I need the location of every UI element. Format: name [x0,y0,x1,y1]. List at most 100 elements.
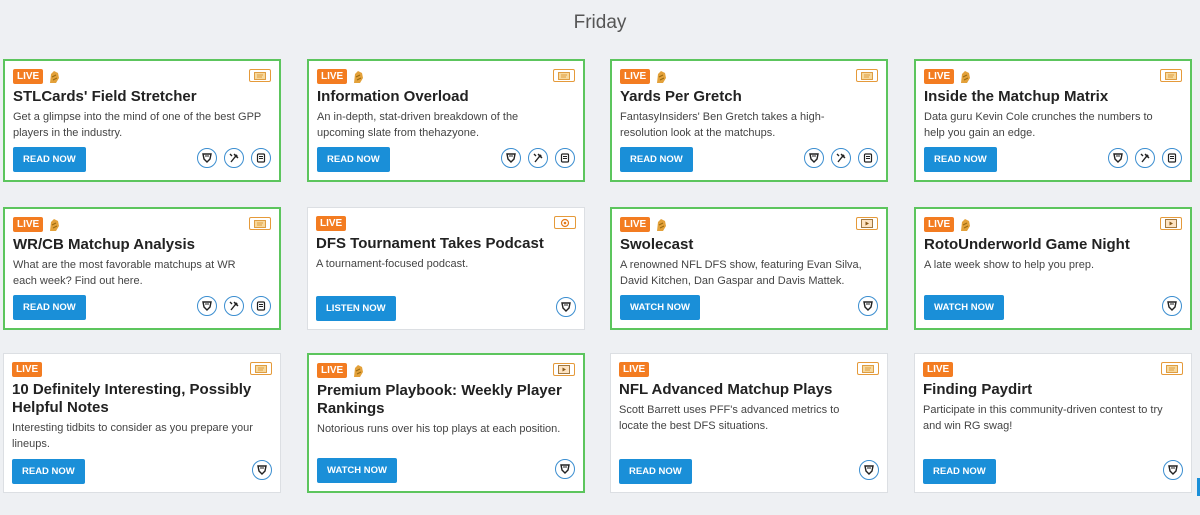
shield-icon[interactable] [1162,296,1182,316]
card-description: Data guru Kevin Cole crunches the number… [924,109,1180,141]
live-badge: LIVE [924,217,955,232]
card-description: A renowned NFL DFS show, featuring Evan … [620,257,876,289]
content-card[interactable]: LIVE 10 Definitely Interesting, Possibly… [3,353,281,493]
shield-icon[interactable] [197,148,217,168]
card-action-button[interactable]: READ NOW [12,459,85,484]
card-description-line: Participate in this community-driven con… [923,404,1163,416]
card-title[interactable]: WR/CB Matchup Analysis [13,236,271,254]
card-title[interactable]: Yards Per Gretch [620,88,878,106]
card-description-line: Data guru Kevin Cole crunches the number… [924,111,1153,123]
card-title[interactable]: NFL Advanced Matchup Plays [619,381,879,399]
content-card[interactable]: LIVE Premium Playbook: Weekly Player Ran… [307,353,585,493]
card-description-line: lineups. [12,438,50,450]
card-action-button[interactable]: WATCH NOW [620,295,700,320]
content-card[interactable]: LIVE Information Overload An in-depth, s… [307,59,585,182]
shield-icon[interactable] [804,148,824,168]
card-badges: LIVE [923,362,954,377]
card-title[interactable]: Swolecast [620,236,878,254]
card-icon-group [804,148,878,168]
shield-icon[interactable] [556,297,576,317]
card-icon-group [858,296,878,316]
card-description-line: A late week show to help you prep. [924,259,1094,271]
content-card[interactable]: LIVE Finding Paydirt Participate in this… [914,353,1192,493]
shield-icon[interactable] [859,460,879,480]
card-title[interactable]: RotoUnderworld Game Night [924,236,1182,254]
card-action-button[interactable]: WATCH NOW [317,458,397,483]
content-card[interactable]: LIVE DFS Tournament Takes Podcast A tour… [307,207,585,330]
video-type-icon [856,217,878,230]
card-badges: LIVE [317,363,364,378]
tool-icon[interactable] [224,296,244,316]
content-card[interactable]: LIVE STLCards' Field Stretcher Get a gli… [3,59,281,182]
card-title[interactable]: Finding Paydirt [923,381,1183,399]
content-card[interactable]: LIVE NFL Advanced Matchup Plays Scott Ba… [610,353,888,493]
premium-icon [352,70,364,84]
content-card[interactable]: LIVE Inside the Matchup Matrix Data guru… [914,59,1192,182]
card-title[interactable]: Inside the Matchup Matrix [924,88,1182,106]
live-badge: LIVE [12,362,43,377]
card-description-line: upcoming slate from thehazyone. [317,127,480,139]
shield-icon[interactable] [1163,460,1183,480]
premium-icon [48,70,60,84]
card-badges: LIVE [316,216,347,231]
list-icon[interactable] [251,148,271,168]
shield-icon[interactable] [1108,148,1128,168]
card-title[interactable]: Premium Playbook: Weekly Player Rankings [317,382,575,418]
card-action-button[interactable]: READ NOW [923,459,996,484]
premium-icon [959,218,971,232]
article-type-icon [856,69,878,82]
shield-icon[interactable] [555,459,575,479]
list-icon[interactable] [858,148,878,168]
card-badges: LIVE [620,69,667,84]
card-description-line: Notorious runs over his top plays at eac… [317,423,561,435]
card-action-button[interactable]: READ NOW [619,459,692,484]
shield-icon[interactable] [858,296,878,316]
shield-icon[interactable] [252,460,272,480]
card-action-button[interactable]: READ NOW [317,147,390,172]
card-title[interactable]: Information Overload [317,88,575,106]
tool-icon[interactable] [224,148,244,168]
card-description: A late week show to help you prep. [924,257,1180,273]
article-type-icon [250,362,272,375]
card-description-line: players in the industry. [13,127,123,139]
card-title[interactable]: STLCards' Field Stretcher [13,88,271,106]
list-icon[interactable] [555,148,575,168]
card-action-button[interactable]: READ NOW [924,147,997,172]
tool-icon[interactable] [528,148,548,168]
card-description-line: Get a glimpse into the mind of one of th… [13,111,262,123]
card-action-button[interactable]: READ NOW [620,147,693,172]
article-type-icon [249,217,271,230]
card-badges: LIVE [620,217,667,232]
card-action-button[interactable]: READ NOW [13,147,86,172]
content-card[interactable]: LIVE Swolecast A renowned NFL DFS show, … [610,207,888,330]
list-icon[interactable] [1162,148,1182,168]
list-icon[interactable] [251,296,271,316]
card-action-button[interactable]: LISTEN NOW [316,296,396,321]
card-title[interactable]: DFS Tournament Takes Podcast [316,235,576,253]
card-description: Notorious runs over his top plays at eac… [317,421,573,437]
card-badges: LIVE [13,69,60,84]
shield-icon[interactable] [197,296,217,316]
card-description: A tournament-focused podcast. [316,256,574,272]
content-card[interactable]: LIVE WR/CB Matchup Analysis What are the… [3,207,281,330]
card-title[interactable]: 10 Definitely Interesting, Possibly Help… [12,381,272,417]
card-badges: LIVE [13,217,60,232]
card-action-button[interactable]: WATCH NOW [924,295,1004,320]
card-icon-group [1163,460,1183,480]
card-description: What are the most favorable matchups at … [13,257,269,289]
tool-icon[interactable] [831,148,851,168]
content-card[interactable]: LIVE RotoUnderworld Game Night A late we… [914,207,1192,330]
shield-icon[interactable] [501,148,521,168]
card-description: Participate in this community-driven con… [923,402,1181,434]
card-description-line: help you gain an edge. [924,127,1036,139]
tool-icon[interactable] [1135,148,1155,168]
content-card[interactable]: LIVE Yards Per Gretch FantasyInsiders' B… [610,59,888,182]
premium-icon [959,70,971,84]
card-description-line: Scott Barrett uses PFF's advanced metric… [619,404,840,416]
card-icon-group [859,460,879,480]
card-badges: LIVE [924,217,971,232]
card-icon-group [1108,148,1182,168]
card-description-line: What are the most favorable matchups at … [13,259,236,271]
card-description-line: An in-depth, stat-driven breakdown of th… [317,111,519,123]
card-action-button[interactable]: READ NOW [13,295,86,320]
